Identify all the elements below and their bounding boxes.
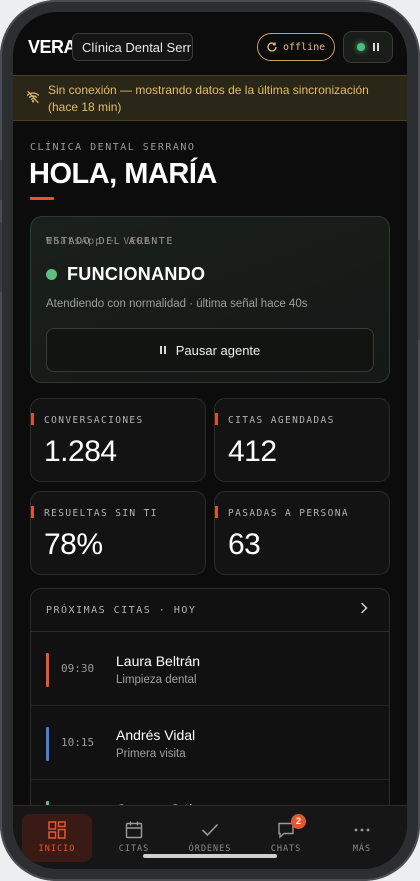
stat-value: 412 — [228, 435, 277, 468]
appointment-color-stripe — [46, 653, 49, 687]
agent-status: FUNCIONANDO — [46, 264, 205, 285]
pause-icon — [373, 43, 379, 51]
clinic-name: CLÍNICA DENTAL SERRANO — [30, 142, 196, 153]
nav-item-inicio[interactable]: INICIO — [22, 814, 92, 862]
offline-indicator[interactable]: offline — [257, 33, 335, 61]
stat-card-handoffs: PASADAS A PERSONA 63 — [214, 491, 390, 575]
stat-accent-bar — [31, 506, 34, 518]
agent-status-detail: Atendiendo con normalidad · última señal… — [46, 298, 308, 310]
appointments-header[interactable]: PRÓXIMAS CITAS · HOY — [31, 589, 389, 632]
stat-value: 63 — [228, 528, 261, 561]
wifi-off-icon — [26, 90, 40, 104]
agent-quick-toggle[interactable] — [343, 31, 393, 63]
appointments-title: PRÓXIMAS CITAS · HOY — [46, 605, 197, 616]
title-accent-underline — [30, 197, 54, 200]
appointment-type: Limpieza dental — [116, 674, 197, 686]
bottom-nav: INICIO CITAS ÓRDENES 2 CHATS MÁS — [13, 805, 407, 869]
nav-label: CITAS — [118, 844, 150, 854]
phone-frame: VERA Clínica Dental Serr… offline Sin co… — [0, 0, 420, 881]
nav-label: INICIO — [38, 844, 76, 854]
offline-banner-text: Sin conexión — mostrando datos de la últ… — [48, 83, 369, 114]
stat-label: PASADAS A PERSONA — [228, 508, 350, 519]
agent-status-text: FUNCIONANDO — [67, 264, 206, 284]
more-icon — [354, 828, 370, 832]
phone-side-button — [0, 160, 2, 200]
stat-card-appointments: CITAS AGENDADAS 412 — [214, 398, 390, 482]
agent-online-dot — [357, 43, 365, 51]
offline-banner: Sin conexión — mostrando datos de la últ… — [13, 75, 407, 121]
agent-status-card: ESTADO DEL AGENTE WhatsApp · VERA FUNCIO… — [30, 216, 390, 383]
chats-unread-badge: 2 — [291, 814, 306, 829]
stat-accent-bar — [215, 506, 218, 518]
stat-card-conversations: CONVERSACIONES 1.284 — [30, 398, 206, 482]
appointment-row[interactable]: 09:30 Laura Beltrán Limpieza dental — [31, 633, 389, 706]
stat-value: 1.284 — [44, 435, 117, 468]
grid-icon — [48, 821, 66, 839]
phone-side-button — [0, 222, 2, 292]
appointment-patient: Laura Beltrán — [116, 653, 201, 669]
status-dot-icon — [46, 269, 57, 280]
stat-value: 78% — [44, 528, 103, 561]
app-logo: VERA — [28, 37, 77, 57]
appointment-row[interactable]: 10:15 Andrés Vidal Primera visita — [31, 707, 389, 780]
nav-label: CHATS — [270, 844, 302, 854]
home-indicator — [143, 854, 277, 858]
stat-accent-bar — [31, 413, 34, 425]
appointment-time: 09:30 — [61, 662, 95, 675]
stat-label: CITAS AGENDADAS — [228, 415, 335, 426]
appointment-type: Primera visita — [116, 748, 186, 760]
appointment-time: 10:15 — [61, 736, 95, 749]
stat-accent-bar — [215, 413, 218, 425]
stat-label: RESUELTAS SIN TI — [44, 508, 158, 519]
appointment-color-stripe — [46, 727, 49, 761]
page-title: HOLA, MARÍA — [29, 158, 217, 190]
agent-channel: WhatsApp · VERA — [46, 236, 152, 247]
calendar-icon — [125, 821, 143, 839]
pause-icon — [159, 346, 166, 354]
pause-agent-label: Pausar agente — [175, 342, 261, 358]
stat-label: CONVERSACIONES — [44, 415, 144, 426]
nav-item-mas[interactable]: MÁS — [327, 814, 397, 862]
sync-icon — [267, 42, 277, 52]
offline-label: offline — [283, 41, 326, 53]
chevron-right-icon — [361, 602, 368, 614]
nav-label: ÓRDENES — [188, 844, 232, 854]
clinic-selector[interactable]: Clínica Dental Serr… — [72, 33, 193, 61]
nav-label: MÁS — [352, 844, 372, 854]
pause-agent-button[interactable]: Pausar agente — [46, 328, 374, 372]
appointment-patient: Andrés Vidal — [116, 727, 196, 743]
app-screen: VERA Clínica Dental Serr… offline Sin co… — [13, 12, 407, 869]
check-icon — [202, 824, 218, 837]
stat-card-resolved: RESUELTAS SIN TI 78% — [30, 491, 206, 575]
